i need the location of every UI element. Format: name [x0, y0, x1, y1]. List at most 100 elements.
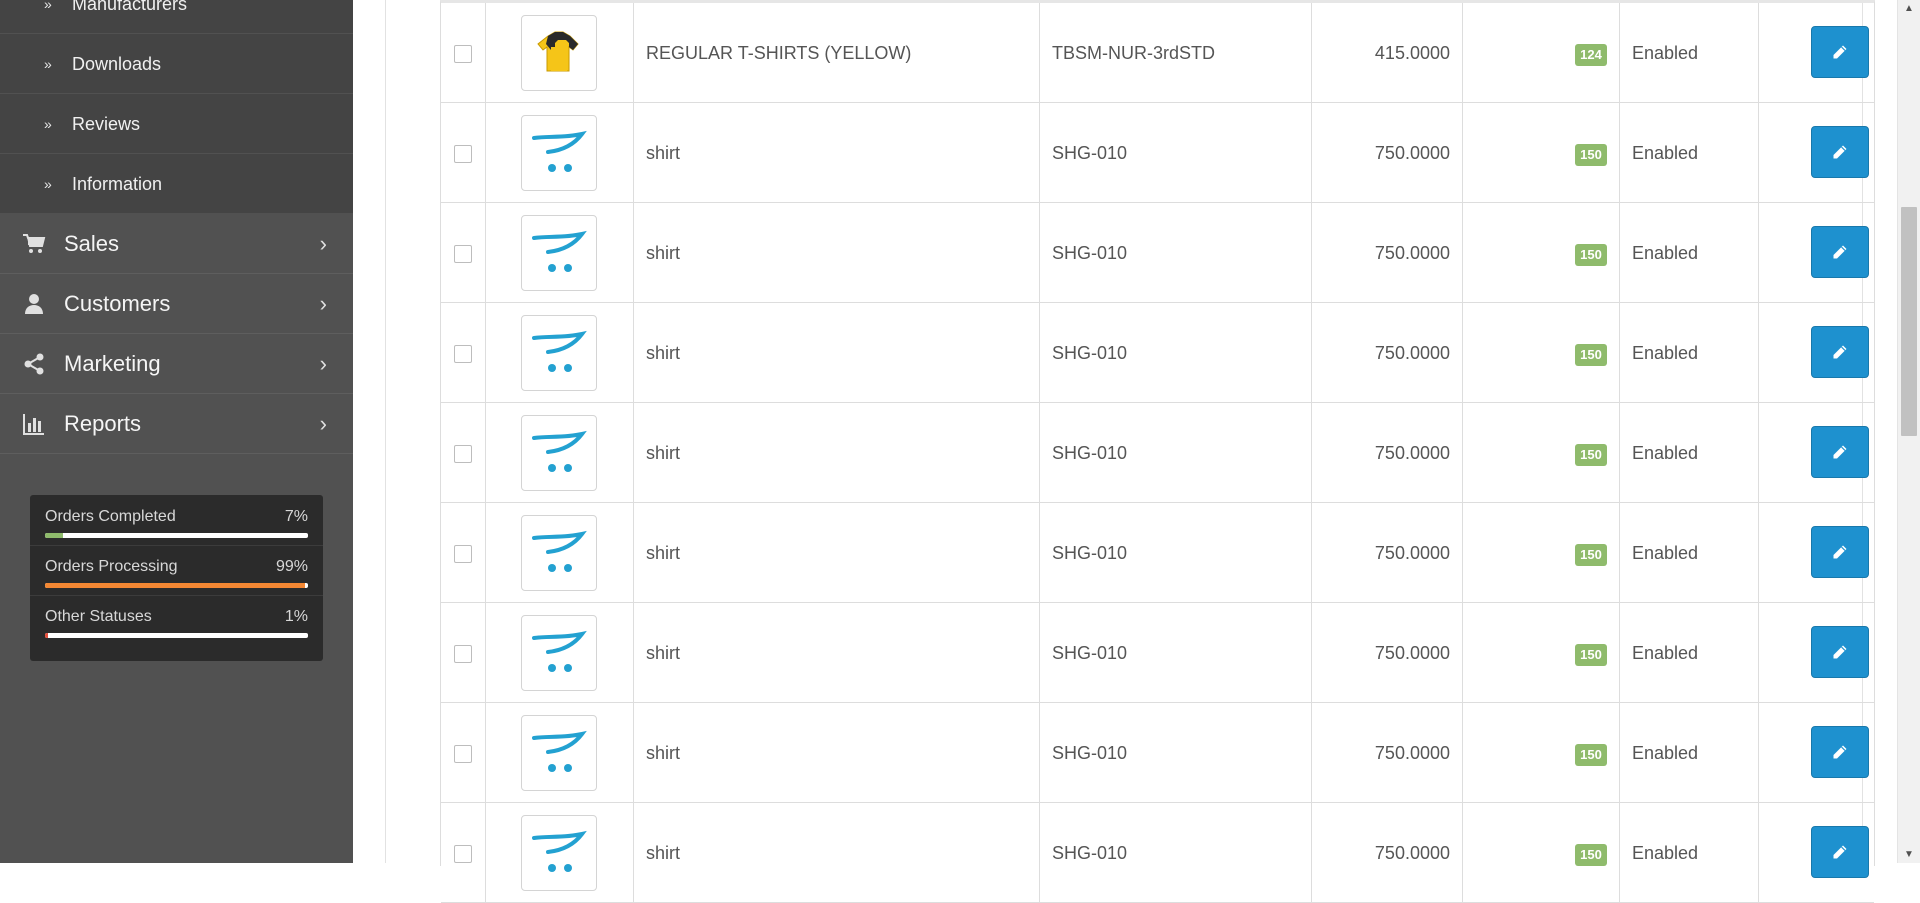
opencart-logo-image — [532, 730, 587, 772]
quantity-badge: 150 — [1575, 244, 1607, 266]
edit-button[interactable] — [1811, 326, 1869, 378]
row-checkbox[interactable] — [454, 245, 472, 263]
sidebar-item-marketing[interactable]: Marketing › — [0, 334, 353, 394]
quantity-cell: 150 — [1463, 403, 1620, 503]
product-price: 750.0000 — [1374, 143, 1450, 163]
product-price: 750.0000 — [1374, 243, 1450, 263]
product-model: SHG-010 — [1052, 243, 1128, 263]
product-status: Enabled — [1632, 143, 1699, 163]
opencart-logo-image — [532, 130, 587, 172]
chevron-right-icon: › — [319, 351, 327, 376]
stat-value: 1% — [284, 608, 308, 625]
table-row: REGULAR T-SHIRTS (YELLOW) TBSM-NUR-3rdST… — [441, 3, 1874, 103]
model-cell: SHG-010 — [1040, 103, 1312, 203]
row-checkbox[interactable] — [454, 845, 472, 863]
table-row: shirt SHG-010 750.0000 150 Enabled — [441, 703, 1874, 803]
product-price: 750.0000 — [1374, 343, 1450, 363]
shopping-cart-icon — [23, 234, 46, 253]
quantity-cell: 150 — [1463, 603, 1620, 703]
model-cell: SHG-010 — [1040, 403, 1312, 503]
edit-button[interactable] — [1811, 126, 1869, 178]
scrollbar-thumb[interactable] — [1901, 207, 1917, 436]
chevron-right-icon: › — [319, 411, 327, 436]
sidebar-item-label: Sales — [64, 231, 120, 256]
pencil-icon — [1833, 145, 1847, 159]
quantity-badge: 124 — [1575, 44, 1607, 66]
sidebar: » Manufacturers » Downloads » Reviews » … — [0, 0, 353, 863]
action-cell — [1759, 503, 1874, 603]
product-price: 750.0000 — [1374, 743, 1450, 763]
row-checkbox[interactable] — [454, 745, 472, 763]
sidebar-item-information[interactable]: » Information — [0, 154, 353, 214]
product-price: 750.0000 — [1374, 643, 1450, 663]
pencil-icon — [1833, 745, 1847, 759]
product-thumbnail — [521, 15, 597, 91]
select-cell — [441, 103, 486, 203]
status-cell: Enabled — [1620, 703, 1759, 803]
chevron-right-icon: › — [319, 231, 327, 256]
name-cell: shirt — [634, 203, 1040, 303]
quantity-cell: 150 — [1463, 103, 1620, 203]
product-thumbnail — [521, 615, 597, 691]
progress-bar — [45, 633, 308, 638]
scroll-down-arrow-icon[interactable]: ▼ — [1898, 846, 1920, 863]
row-checkbox[interactable] — [454, 645, 472, 663]
divider — [30, 595, 323, 596]
edit-button[interactable] — [1811, 26, 1869, 78]
image-cell — [486, 3, 634, 103]
product-model: SHG-010 — [1052, 343, 1128, 363]
progress-fill — [45, 533, 64, 538]
table-row: shirt SHG-010 750.0000 150 Enabled — [441, 103, 1874, 203]
row-checkbox[interactable] — [454, 345, 472, 363]
product-model: TBSM-NUR-3rdSTD — [1052, 43, 1216, 63]
image-cell — [486, 503, 634, 603]
action-cell — [1759, 703, 1874, 803]
row-checkbox[interactable] — [454, 45, 472, 63]
product-model: SHG-010 — [1052, 543, 1128, 563]
vertical-scrollbar[interactable]: ▲ ▼ — [1897, 0, 1920, 863]
product-thumbnail — [521, 415, 597, 491]
quantity-badge: 150 — [1575, 644, 1607, 666]
edit-button[interactable] — [1811, 826, 1869, 878]
sidebar-item-reports[interactable]: Reports › — [0, 394, 353, 454]
action-cell — [1759, 103, 1874, 203]
product-thumbnail — [521, 715, 597, 791]
table-row: shirt SHG-010 750.0000 150 Enabled — [441, 303, 1874, 403]
row-checkbox[interactable] — [454, 145, 472, 163]
model-cell: TBSM-NUR-3rdSTD — [1040, 3, 1312, 103]
chevron-right-icon: › — [319, 291, 327, 316]
sidebar-item-manufacturers[interactable]: » Manufacturers — [0, 0, 353, 34]
action-cell — [1759, 603, 1874, 703]
model-cell: SHG-010 — [1040, 703, 1312, 803]
scroll-up-arrow-icon[interactable]: ▲ — [1898, 0, 1920, 17]
sidebar-item-reviews[interactable]: » Reviews — [0, 94, 353, 154]
stat-orders-completed: Orders Completed 7% — [45, 501, 308, 545]
sidebar-item-sales[interactable]: Sales › — [0, 214, 353, 274]
main-content: REGULAR T-SHIRTS (YELLOW) TBSM-NUR-3rdST… — [353, 0, 1897, 903]
progress-bar — [45, 583, 308, 588]
sidebar-item-downloads[interactable]: » Downloads — [0, 34, 353, 94]
select-cell — [441, 203, 486, 303]
table-row: shirt SHG-010 750.0000 150 Enabled — [441, 503, 1874, 603]
image-cell — [486, 603, 634, 703]
sidebar-item-customers[interactable]: Customers › — [0, 274, 353, 334]
edit-button[interactable] — [1811, 426, 1869, 478]
product-model: SHG-010 — [1052, 443, 1128, 463]
edit-button[interactable] — [1811, 526, 1869, 578]
row-checkbox[interactable] — [454, 445, 472, 463]
price-cell: 750.0000 — [1312, 803, 1463, 903]
double-chevron-right-icon: » — [44, 116, 52, 132]
edit-button[interactable] — [1811, 226, 1869, 278]
price-cell: 750.0000 — [1312, 103, 1463, 203]
row-checkbox[interactable] — [454, 545, 472, 563]
product-status: Enabled — [1632, 343, 1699, 363]
name-cell: shirt — [634, 603, 1040, 703]
stat-value: 7% — [284, 508, 308, 525]
price-cell: 750.0000 — [1312, 703, 1463, 803]
product-name: shirt — [646, 343, 681, 363]
edit-button[interactable] — [1811, 726, 1869, 778]
name-cell: shirt — [634, 503, 1040, 603]
action-cell — [1759, 303, 1874, 403]
edit-button[interactable] — [1811, 626, 1869, 678]
product-model: SHG-010 — [1052, 743, 1128, 763]
